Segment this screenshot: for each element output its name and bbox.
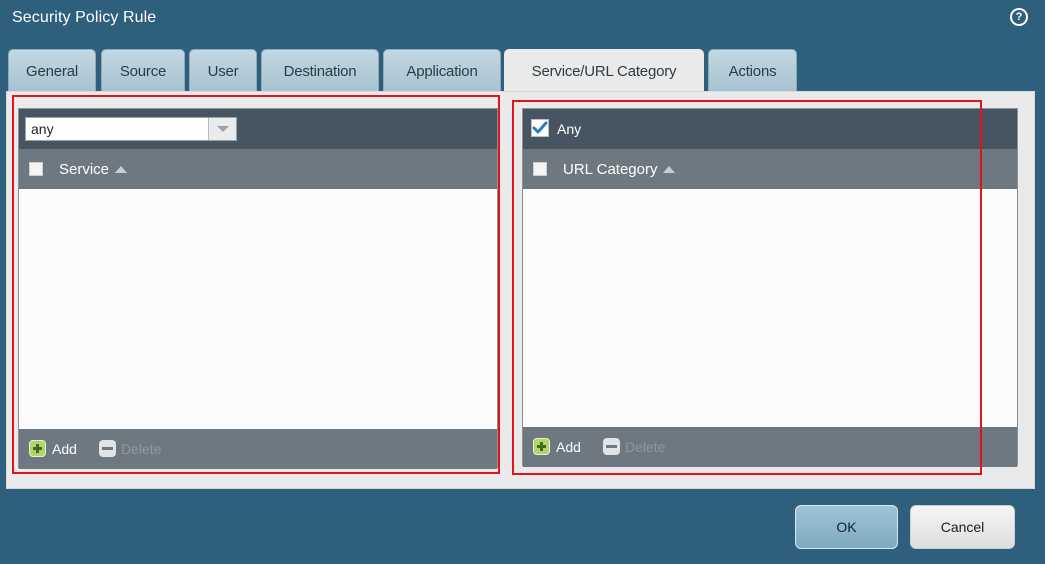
tab-service-url-category[interactable]: Service/URL Category (504, 49, 704, 92)
service-column: any Service Add Delete (18, 108, 498, 469)
add-icon (29, 440, 46, 457)
delete-icon (603, 438, 620, 455)
add-icon (533, 438, 550, 455)
cancel-button[interactable]: Cancel (910, 505, 1015, 549)
help-icon[interactable]: ? (1010, 8, 1028, 26)
any-url-category-label: Any (557, 121, 582, 137)
security-policy-rule-dialog: Security Policy Rule ? General Source Us… (0, 0, 1045, 564)
service-table-header: Service (19, 149, 497, 189)
url-category-list (523, 189, 1017, 427)
tab-source[interactable]: Source (101, 49, 185, 91)
delete-icon (99, 440, 116, 457)
service-delete-button[interactable]: Delete (99, 440, 161, 457)
checkmark-icon (532, 121, 548, 134)
url-category-column-header: Any (523, 109, 1017, 149)
help-icon-glyph: ? (1012, 10, 1026, 24)
url-category-select-all-checkbox[interactable] (533, 162, 547, 176)
service-add-label: Add (52, 440, 77, 457)
url-category-add-button[interactable]: Add (533, 438, 581, 455)
tab-destination[interactable]: Destination (261, 49, 379, 91)
service-delete-label: Delete (121, 440, 162, 457)
dialog-title: Security Policy Rule (12, 9, 157, 26)
sort-ascending-icon (115, 166, 128, 173)
service-column-title[interactable]: Service (59, 161, 128, 178)
service-dropdown-value: any (31, 121, 54, 137)
service-list (19, 189, 497, 429)
tab-general[interactable]: General (8, 49, 96, 91)
chevron-down-icon[interactable] (208, 118, 236, 140)
url-category-column-label: URL Category (563, 161, 658, 178)
service-footer: Add Delete (19, 429, 497, 469)
service-column-label: Service (59, 161, 110, 178)
url-category-delete-button[interactable]: Delete (603, 438, 665, 455)
tab-user[interactable]: User (189, 49, 257, 91)
url-category-footer: Add Delete (523, 427, 1017, 467)
sort-ascending-icon (663, 166, 676, 173)
ok-button[interactable]: OK (795, 505, 898, 549)
url-category-add-label: Add (556, 438, 581, 455)
tab-application[interactable]: Application (383, 49, 501, 91)
tab-actions[interactable]: Actions (708, 49, 797, 91)
service-select-all-checkbox[interactable] (29, 162, 43, 176)
url-category-column: Any URL Category Add Delete (522, 108, 1018, 467)
service-column-header: any (19, 109, 497, 149)
url-category-table-header: URL Category (523, 149, 1017, 189)
service-add-button[interactable]: Add (29, 440, 77, 457)
url-category-delete-label: Delete (625, 438, 666, 455)
any-url-category-checkbox[interactable] (531, 119, 549, 137)
url-category-column-title[interactable]: URL Category (563, 161, 676, 178)
service-dropdown[interactable]: any (25, 117, 237, 141)
